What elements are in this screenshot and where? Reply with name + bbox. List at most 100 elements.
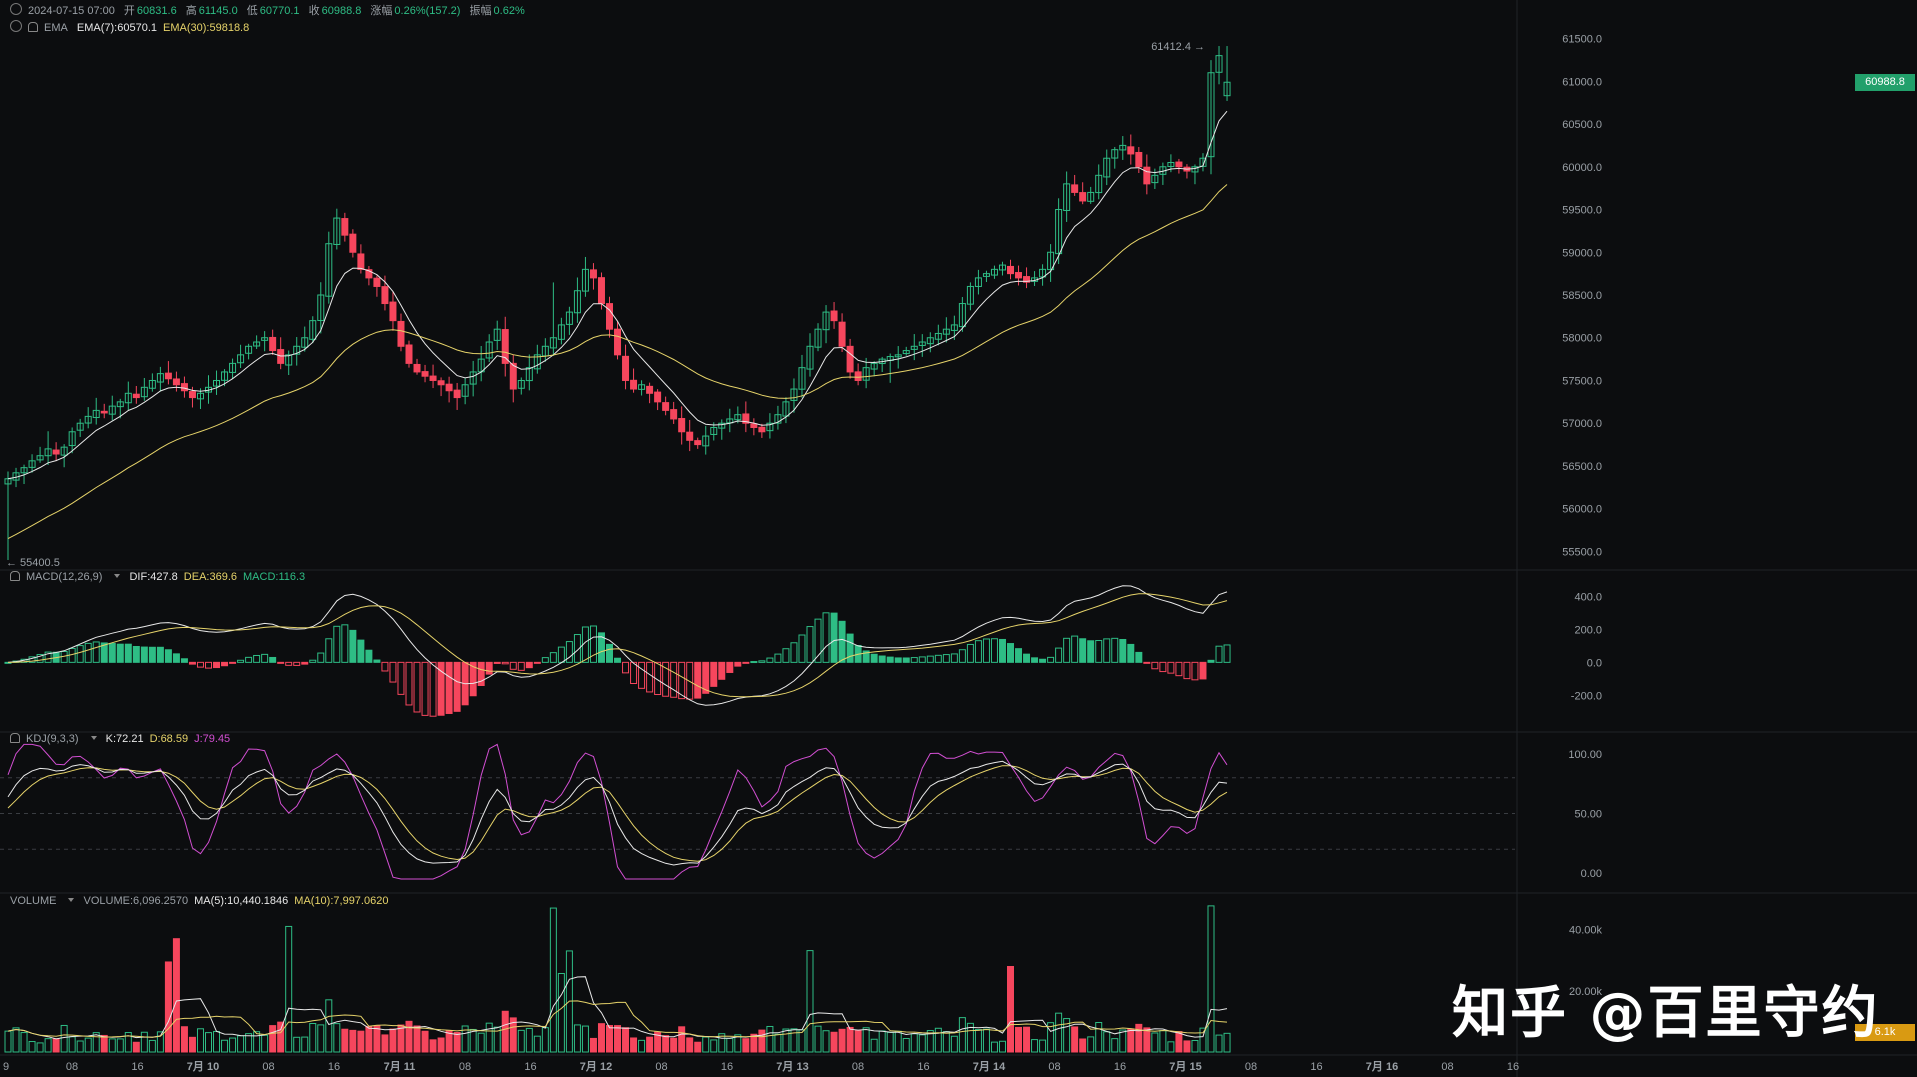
- volume-bar: [52, 1038, 60, 1053]
- volume-bar: [253, 1031, 261, 1053]
- kdj-tick-label: 50.00: [1574, 809, 1602, 821]
- volume-bar: [349, 1029, 357, 1053]
- chart-canvas[interactable]: 55500.0 56000.0 56500.0 57000.0 57500.0 58000…: [0, 0, 1917, 1077]
- candle-body: [509, 362, 517, 390]
- macd-bar: [188, 661, 196, 665]
- hour-tick-label: 16: [917, 1061, 929, 1073]
- volume-bar: [317, 1024, 325, 1053]
- eye-icon[interactable]: [10, 3, 22, 15]
- watermark: 知乎 @百里守约: [1452, 981, 1880, 1046]
- hour-tick-label: 08: [1245, 1061, 1257, 1073]
- bell-icon[interactable]: [28, 22, 38, 32]
- hour-tick-label: 16: [1507, 1061, 1519, 1073]
- macd-bar: [132, 645, 140, 663]
- macd-bar: [990, 638, 998, 663]
- macd-bar: [838, 620, 846, 663]
- macd-bar: [221, 661, 229, 667]
- candle-body: [1143, 166, 1151, 185]
- candle-body: [180, 383, 188, 392]
- macd-bar: [998, 638, 1006, 663]
- volume-bar: [549, 907, 557, 1053]
- macd-bar: [902, 657, 910, 663]
- chevron-down-icon[interactable]: [114, 574, 121, 578]
- macd-bar: [918, 656, 926, 663]
- macd-bar: [1175, 661, 1183, 677]
- bell-icon[interactable]: [10, 733, 20, 743]
- volume-bar: [742, 1038, 750, 1053]
- chevron-down-icon[interactable]: [90, 736, 97, 740]
- volume-bar: [1111, 1038, 1119, 1053]
- volume-bar: [1135, 1023, 1143, 1053]
- macd-bar: [277, 661, 285, 664]
- volume-bar: [622, 1027, 630, 1053]
- macd-bar: [445, 661, 453, 714]
- volume-bar: [76, 1040, 84, 1053]
- macd-bar: [317, 652, 325, 663]
- macd-bar: [734, 661, 742, 667]
- macd-bar: [541, 657, 549, 663]
- volume-bar: [132, 1041, 140, 1053]
- volume-bar: [12, 1027, 20, 1053]
- candle-body: [758, 426, 766, 433]
- hour-tick-label: 16: [524, 1061, 536, 1073]
- macd-bar: [525, 661, 533, 669]
- volume-bar: [902, 1038, 910, 1053]
- candle-body: [445, 383, 453, 392]
- macd-bar: [1167, 661, 1175, 674]
- volume-bar: [990, 1041, 998, 1053]
- macd-bar: [782, 648, 790, 663]
- volume-bar: [1215, 1034, 1223, 1053]
- eye-icon[interactable]: [10, 20, 22, 32]
- candle-body: [846, 345, 854, 373]
- date-tick-label: 7月 10: [187, 1060, 219, 1073]
- macd-bar: [1071, 635, 1079, 663]
- macd-bar: [894, 657, 902, 663]
- candle-body: [630, 379, 638, 390]
- volume-bar: [373, 1025, 381, 1053]
- candle-body: [662, 402, 670, 411]
- volume-bar: [196, 1028, 204, 1053]
- ema7-line: [7, 110, 1228, 480]
- volume-bar: [638, 1039, 646, 1053]
- volume-bar: [630, 1037, 638, 1053]
- volume-bar: [1191, 1039, 1199, 1053]
- volume-bar: [758, 1029, 766, 1053]
- hour-tick-label: 16: [1114, 1061, 1126, 1073]
- volume-bar: [413, 1025, 421, 1053]
- candle-body: [1071, 184, 1079, 193]
- bell-icon[interactable]: [10, 571, 20, 581]
- hour-tick-label: 08: [655, 1061, 667, 1073]
- candle-body: [1007, 265, 1014, 275]
- volume-bar: [140, 1031, 148, 1053]
- volume-bar: [261, 1034, 269, 1053]
- macd-bar: [774, 653, 782, 663]
- macd-bar: [950, 653, 958, 663]
- volume-bar: [934, 1027, 942, 1053]
- price-tick-label: 61000.0: [1562, 76, 1602, 88]
- macd-bar: [309, 659, 317, 663]
- volume-bar: [1015, 1026, 1023, 1053]
- volume-bar: [469, 1028, 477, 1053]
- macd-bar: [156, 646, 164, 663]
- hour-tick-label: 08: [1441, 1061, 1453, 1073]
- macd-bar: [1151, 661, 1159, 670]
- macd-bar: [108, 642, 116, 663]
- chevron-down-icon[interactable]: [68, 898, 75, 902]
- macd-bar: [742, 661, 750, 664]
- volume-bar: [1175, 1031, 1183, 1053]
- volume-bar: [36, 1042, 44, 1053]
- volume-bar: [1039, 1039, 1047, 1053]
- macd-bar: [1191, 661, 1199, 681]
- hour-tick-label: 16: [131, 1061, 143, 1073]
- candle-body: [686, 431, 694, 441]
- candle-body: [389, 301, 397, 322]
- macd-bar: [830, 612, 838, 663]
- macd-bar: [606, 643, 613, 663]
- hour-tick-label: 16: [721, 1061, 733, 1073]
- volume-bar: [726, 1037, 734, 1053]
- volume-bar: [1127, 1028, 1135, 1053]
- macd-bar: [76, 645, 84, 663]
- hour-tick-label: 08: [459, 1061, 471, 1073]
- volume-bar: [341, 1028, 349, 1053]
- macd-bar: [958, 649, 966, 663]
